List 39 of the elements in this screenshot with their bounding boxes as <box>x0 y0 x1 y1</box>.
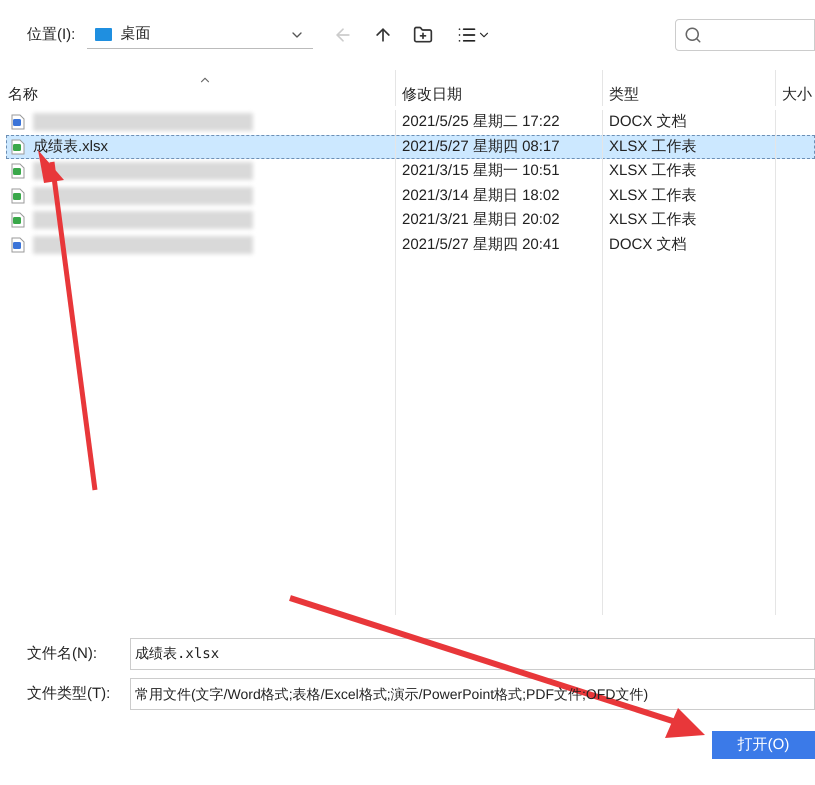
desktop-icon <box>95 28 112 41</box>
new-folder-icon[interactable] <box>413 25 434 45</box>
file-icon <box>11 212 25 228</box>
column-header[interactable]: 类型 <box>602 70 775 106</box>
type-cell-text: DOCX 文档 <box>608 234 687 254</box>
column-header[interactable]: 修改日期 <box>395 70 602 106</box>
date-cell-text: 2021/3/21 星期日 20:02 <box>401 210 561 230</box>
location-label: 位置(I): <box>27 24 76 45</box>
location-dropdown[interactable]: 桌面 <box>87 21 314 49</box>
file-row[interactable]: 2021/3/14 星期日 18:02 XLSX 工作表 <box>6 184 815 208</box>
date-cell-text: 2021/3/14 星期日 18:02 <box>401 186 561 206</box>
file-name-field[interactable]: 成绩表.xlsx <box>130 638 815 670</box>
file-icon <box>11 188 25 204</box>
file-type-label: 文件类型(T): <box>27 684 112 704</box>
date-cell-text: 2021/5/27 星期四 08:17 <box>401 136 561 156</box>
file-icon <box>11 163 25 180</box>
type-cell-text: DOCX 文档 <box>608 112 687 132</box>
file-row[interactable]: 成绩表.xlsx 2021/5/27 星期四 08:17 XLSX 工作表 <box>6 134 815 159</box>
type-cell-text: XLSX 工作表 <box>608 161 697 181</box>
file-icon <box>11 236 25 253</box>
open-button[interactable]: 打开(O) <box>712 731 815 759</box>
date-cell-text: 2021/5/27 星期四 20:41 <box>401 234 561 254</box>
search-field[interactable] <box>675 19 815 51</box>
search-icon <box>684 26 702 44</box>
file-row[interactable]: 2021/5/27 星期四 20:41 DOCX 文档 <box>6 232 815 257</box>
file-row[interactable]: 2021/5/25 星期二 17:22 DOCX 文档 <box>6 110 815 134</box>
file-name-label: 文件名(N): <box>27 644 98 664</box>
type-cell-text: XLSX 工作表 <box>608 186 697 206</box>
file-row[interactable]: 2021/3/21 星期日 20:02 XLSX 工作表 <box>6 208 815 232</box>
file-icon <box>11 114 25 130</box>
file-row[interactable]: 2021/3/15 星期一 10:51 XLSX 工作表 <box>6 159 815 184</box>
type-cell-text: XLSX 工作表 <box>608 136 697 156</box>
type-cell-text: XLSX 工作表 <box>608 210 697 230</box>
file-icon <box>11 138 25 155</box>
column-header[interactable]: 名称 <box>0 70 395 106</box>
date-cell-text: 2021/5/25 星期二 17:22 <box>401 112 561 132</box>
column-header[interactable]: 大小 <box>775 70 815 106</box>
date-cell-text: 2021/3/15 星期一 10:51 <box>401 161 561 181</box>
file-name: 成绩表.xlsx <box>33 136 108 156</box>
